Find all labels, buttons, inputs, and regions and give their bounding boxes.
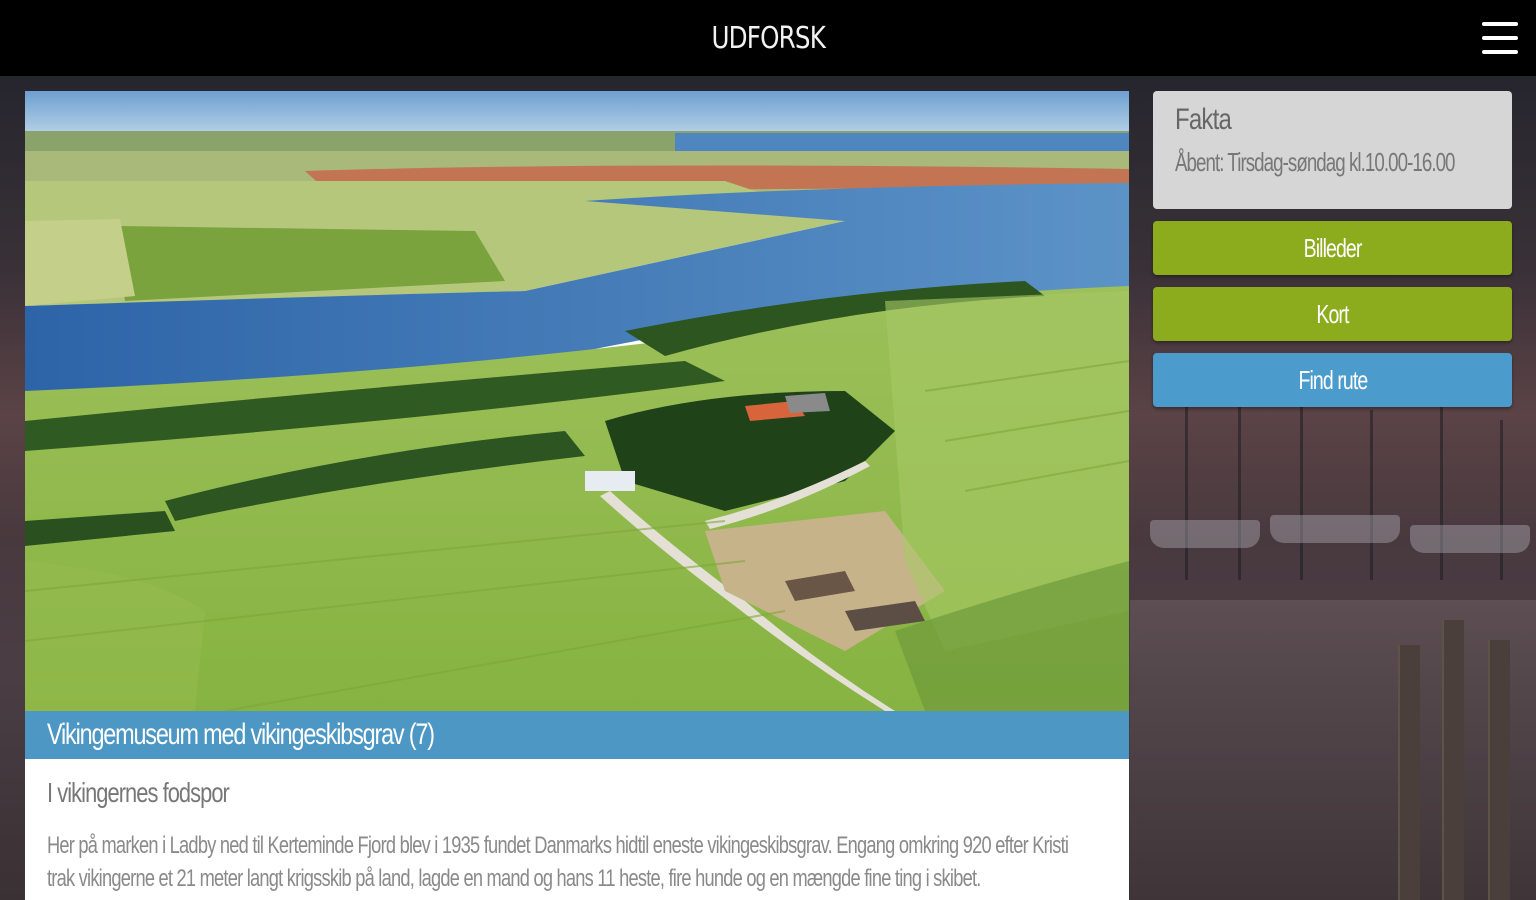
- facts-box: Fakta Åbent: Tirsdag-søndag kl.10.00-16.…: [1153, 91, 1512, 209]
- mast: [1185, 380, 1188, 580]
- mast: [1500, 420, 1503, 580]
- article-card: Vikingemuseum med vikingeskibsgrav (7) I…: [25, 91, 1129, 900]
- article-body: I vikingernes fodspor Her på marken i La…: [47, 777, 1117, 895]
- boat: [1150, 520, 1260, 548]
- app-title: UDFORSK: [711, 20, 825, 56]
- article-text: Her på marken i Ladby ned til Kerteminde…: [47, 832, 1069, 892]
- facts-title: Fakta: [1175, 103, 1232, 136]
- find-route-button[interactable]: Find rute: [1153, 353, 1512, 407]
- pier-post: [1488, 640, 1510, 900]
- pier-post: [1398, 645, 1420, 900]
- find-route-button-label: Find rute: [1298, 364, 1368, 395]
- images-button-label: Billeder: [1303, 232, 1363, 263]
- mast: [1238, 400, 1241, 580]
- hamburger-menu-icon[interactable]: [1482, 20, 1518, 56]
- hero-image: [25, 91, 1129, 711]
- opening-hours: Åbent: Tirsdag-søndag kl.10.00-16.00: [1175, 147, 1455, 177]
- article-title: Vikingemuseum med vikingeskibsgrav (7): [47, 718, 435, 751]
- article-title-bar: Vikingemuseum med vikingeskibsgrav (7): [25, 711, 1129, 759]
- pier-post: [1442, 620, 1464, 900]
- boat: [1410, 525, 1530, 553]
- water: [1130, 600, 1536, 900]
- images-button[interactable]: Billeder: [1153, 221, 1512, 275]
- map-button[interactable]: Kort: [1153, 287, 1512, 341]
- article-subtitle: I vikingernes fodspor: [47, 777, 230, 808]
- map-button-label: Kort: [1316, 298, 1349, 329]
- mast: [1370, 410, 1373, 580]
- top-bar: UDFORSK: [0, 0, 1536, 76]
- boat: [1270, 515, 1400, 543]
